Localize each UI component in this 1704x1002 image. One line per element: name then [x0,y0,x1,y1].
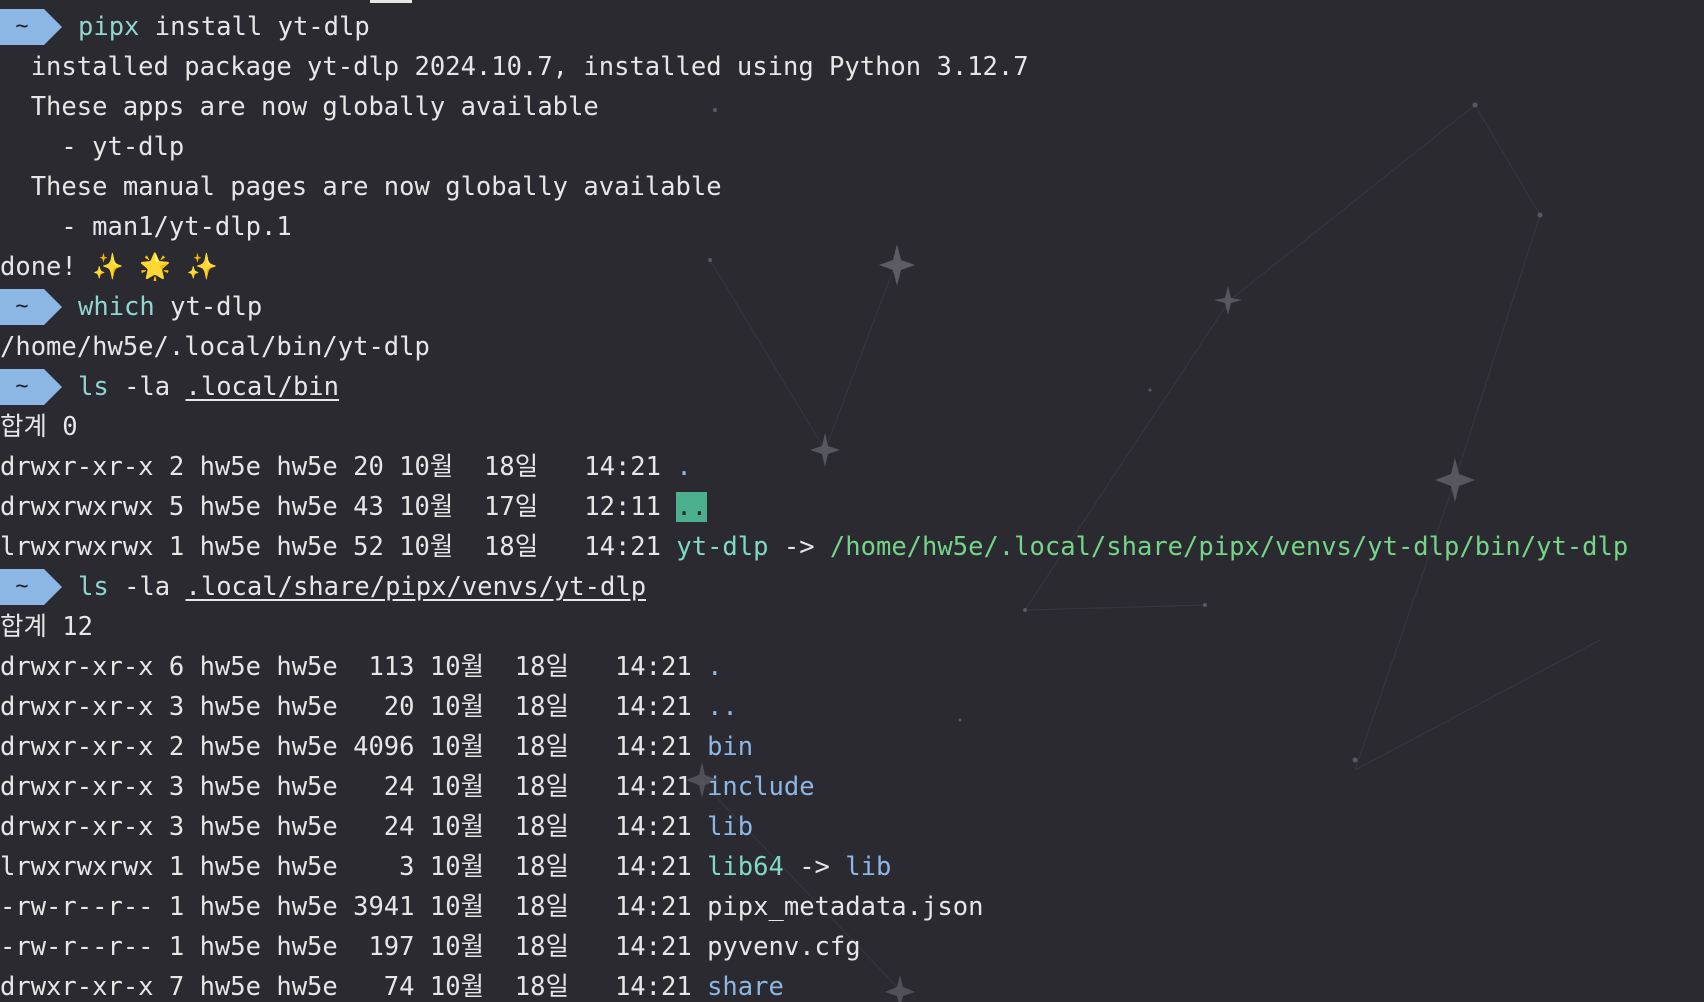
total-value: 12 [46,612,93,642]
listing-entry: drwxrwxrwx 5 hw5e hw5e 43 10월 17일 12:11 … [0,487,1704,527]
output-line: /home/hw5e/.local/bin/yt-dlp [0,327,1704,367]
prompt-line: ~ ls -la .local/share/pipx/venvs/yt-dlp [0,567,1704,607]
entry-metadata: -rw-r--r-- 1 hw5e hw5e 197 10월 18일 14:21 [0,932,708,962]
entry-name: yt-dlp [676,532,769,562]
entry-metadata: drwxr-xr-x 7 hw5e hw5e 74 10월 18일 14:21 [0,972,708,1002]
command-args: yt-dlp [154,292,263,322]
command-path-arg[interactable]: .local/bin [185,372,339,402]
command-args: -la [108,572,186,602]
prompt-path-badge: ~ [0,369,62,405]
entry-name: .. [676,492,708,522]
listing-entry: drwxr-xr-x 7 hw5e hw5e 74 10월 18일 14:21 … [0,967,1704,1002]
entry-name: . [676,452,692,482]
terminal-output: ~ pipx install yt-dlp installed package y… [0,7,1704,1002]
listing-entry: drwxr-xr-x 3 hw5e hw5e 24 10월 18일 14:21 … [0,767,1704,807]
listing-entry: lrwxrwxrwx 1 hw5e hw5e 52 10월 18일 14:21 … [0,527,1704,567]
output-line: done! ✨ 🌟 ✨ [0,247,1704,287]
total-value: 0 [46,412,78,442]
total-label: 합계 [0,612,47,642]
symlink-target: /home/hw5e/.local/share/pipx/venvs/yt-dl… [829,532,1629,562]
prompt-line: ~ ls -la .local/bin [0,367,1704,407]
output-text: These apps are now globally available [0,92,599,122]
command-name: ls [78,572,109,602]
entry-name: .. [707,692,738,722]
output-text: installed package yt-dlp 2024.10.7, inst… [0,52,1029,82]
scrolled-text-fragment [370,0,412,3]
command-name: ls [78,372,109,402]
output-line: - man1/yt-dlp.1 [0,207,1704,247]
entry-name: bin [707,732,754,762]
output-line: installed package yt-dlp 2024.10.7, inst… [0,47,1704,87]
entry-metadata: lrwxrwxrwx 1 hw5e hw5e 52 10월 18일 14:21 [0,532,677,562]
entry-name: pipx_metadata.json [707,892,984,922]
output-line: - yt-dlp [0,127,1704,167]
entry-metadata: drwxr-xr-x 3 hw5e hw5e 20 10월 18일 14:21 [0,692,708,722]
entry-metadata: drwxr-xr-x 2 hw5e hw5e 20 10월 18일 14:21 [0,452,677,482]
output-line: These apps are now globally available [0,87,1704,127]
terminal-window[interactable]: ~ pipx install yt-dlp installed package y… [0,0,1704,1002]
prompt-line: ~ pipx install yt-dlp [0,7,1704,47]
command-path-arg[interactable]: .local/share/pipx/venvs/yt-dlp [185,572,646,602]
command-name: which [78,292,155,322]
entry-name: lib [707,812,754,842]
entry-name: . [707,652,723,682]
entry-name: include [707,772,815,802]
output-text: These manual pages are now globally avai… [0,172,722,202]
entry-metadata: -rw-r--r-- 1 hw5e hw5e 3941 10월 18일 14:2… [0,892,708,922]
entry-metadata: drwxr-xr-x 6 hw5e hw5e 113 10월 18일 14:21 [0,652,708,682]
entry-metadata: drwxr-xr-x 3 hw5e hw5e 24 10월 18일 14:21 [0,812,708,842]
entry-name: lib64 [707,852,784,882]
total-label: 합계 [0,412,47,442]
command-args: install yt-dlp [139,12,370,42]
entry-name: share [707,972,784,1002]
output-text: - yt-dlp [0,132,185,162]
output-line: These manual pages are now globally avai… [0,167,1704,207]
listing-entry: drwxr-xr-x 3 hw5e hw5e 24 10월 18일 14:21 … [0,807,1704,847]
entry-name: pyvenv.cfg [707,932,861,962]
entry-metadata: drwxr-xr-x 3 hw5e hw5e 24 10월 18일 14:21 [0,772,708,802]
prompt-path-badge: ~ [0,289,62,325]
listing-entry: lrwxrwxrwx 1 hw5e hw5e 3 10월 18일 14:21 l… [0,847,1704,887]
symlink-arrow: -> [768,532,830,562]
symlink-arrow: -> [783,852,846,882]
listing-entry: -rw-r--r-- 1 hw5e hw5e 197 10월 18일 14:21… [0,927,1704,967]
command-name: pipx [78,12,140,42]
listing-entry: -rw-r--r-- 1 hw5e hw5e 3941 10월 18일 14:2… [0,887,1704,927]
symlink-target: lib [845,852,892,882]
prompt-path-badge: ~ [0,569,62,605]
command-args: -la [108,372,186,402]
prompt-line: ~ which yt-dlp [0,287,1704,327]
output-text: done! ✨ 🌟 ✨ [0,252,219,282]
listing-entry: drwxr-xr-x 2 hw5e hw5e 20 10월 18일 14:21 … [0,447,1704,487]
entry-metadata: drwxrwxrwx 5 hw5e hw5e 43 10월 17일 12:11 [0,492,677,522]
entry-metadata: lrwxrwxrwx 1 hw5e hw5e 3 10월 18일 14:21 [0,852,708,882]
prompt-path-badge: ~ [0,9,62,45]
output-text: - man1/yt-dlp.1 [0,212,292,242]
listing-entry: drwxr-xr-x 2 hw5e hw5e 4096 10월 18일 14:2… [0,727,1704,767]
entry-metadata: drwxr-xr-x 2 hw5e hw5e 4096 10월 18일 14:2… [0,732,708,762]
listing-entry: drwxr-xr-x 3 hw5e hw5e 20 10월 18일 14:21 … [0,687,1704,727]
listing-total: 합계 12 [0,607,1704,647]
output-text: /home/hw5e/.local/bin/yt-dlp [0,332,430,362]
listing-entry: drwxr-xr-x 6 hw5e hw5e 113 10월 18일 14:21… [0,647,1704,687]
listing-total: 합계 0 [0,407,1704,447]
